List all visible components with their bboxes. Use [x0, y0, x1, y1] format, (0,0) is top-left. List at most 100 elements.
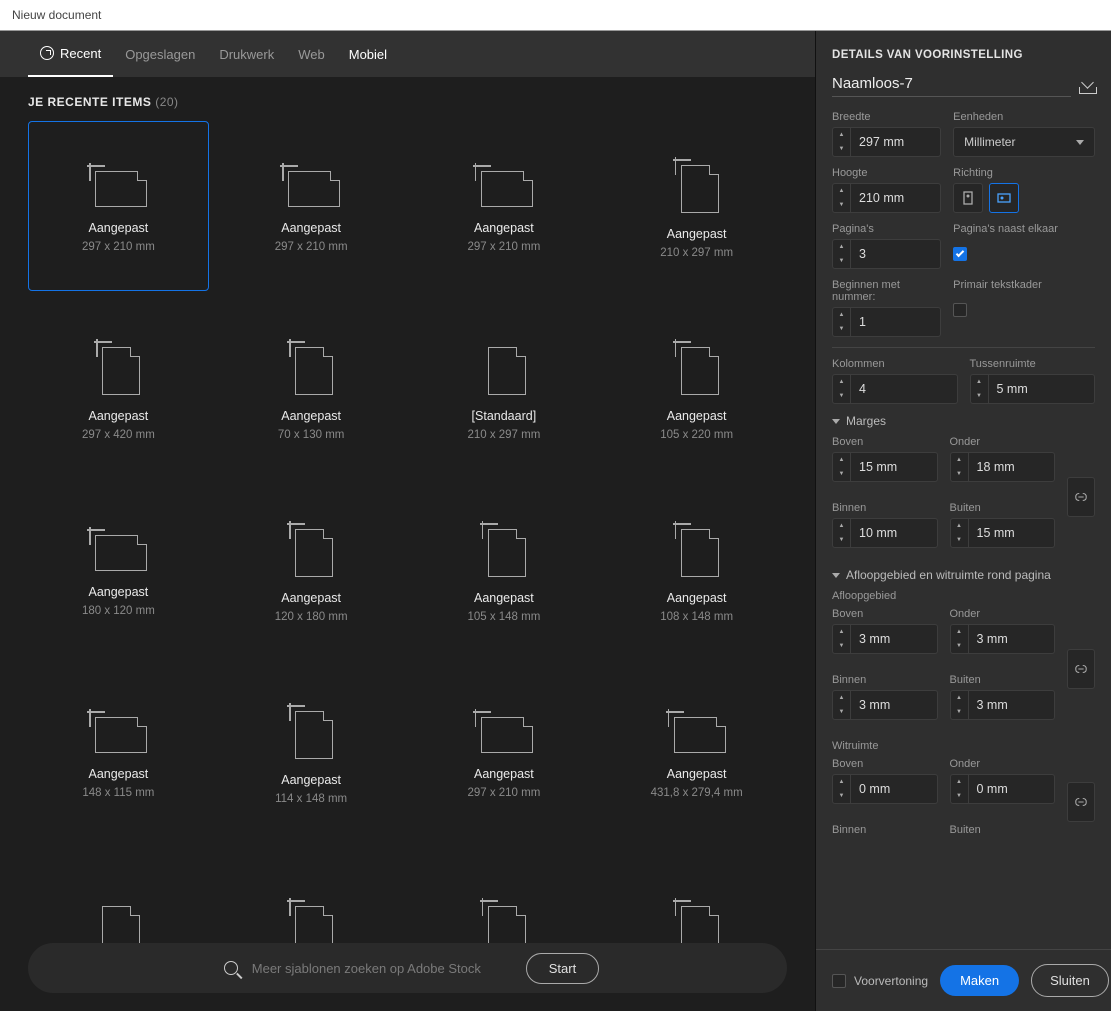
- facing-pages-label: Pagina's naast elkaar: [953, 223, 1095, 235]
- recent-items-header: JE RECENTE ITEMS (20): [0, 77, 815, 121]
- preset-dimensions: 210 x 297 mm: [660, 247, 733, 259]
- preset-dimensions: 431,8 x 279,4 mm: [651, 787, 743, 799]
- gutter-input[interactable]: ▲▼: [970, 374, 1096, 404]
- facing-pages-checkbox[interactable]: [953, 247, 967, 261]
- preset-title: Aangepast: [88, 767, 148, 781]
- preset-item[interactable]: Aangepast70 x 130 mm: [221, 303, 402, 473]
- preset-dimensions: 210 x 297 mm: [467, 429, 540, 441]
- preset-item[interactable]: Aangepast 297 x 210 mm: [28, 121, 209, 291]
- margin-inside-input[interactable]: ▲▼: [832, 518, 938, 548]
- margins-link-icon[interactable]: [1067, 477, 1095, 517]
- bleed-inside-input[interactable]: ▲▼: [832, 690, 938, 720]
- preset-title: Aangepast: [281, 221, 341, 235]
- bleed-section-toggle[interactable]: Afloopgebied en witruimte rond pagina: [832, 568, 1095, 582]
- preset-item[interactable]: Aangepast210 x 297 mm: [606, 121, 787, 291]
- save-preset-icon[interactable]: [1079, 78, 1095, 94]
- tab-recent[interactable]: Recent: [28, 31, 113, 77]
- slug-top-input[interactable]: ▲▼: [832, 774, 938, 804]
- slug-bottom-input[interactable]: ▲▼: [950, 774, 1056, 804]
- orientation-landscape-button[interactable]: [989, 183, 1019, 213]
- preset-item[interactable]: Aangepast105 x 148 mm: [414, 485, 595, 655]
- preview-checkbox[interactable]: [832, 974, 846, 988]
- width-label: Breedte: [832, 111, 941, 123]
- document-icon: [89, 529, 147, 571]
- orientation-portrait-button[interactable]: [953, 183, 983, 213]
- height-input[interactable]: ▲▼: [832, 183, 941, 213]
- preset-item[interactable]: Aangepast 148 x 115 mm: [28, 667, 209, 837]
- bleed-bottom-input[interactable]: ▲▼: [950, 624, 1056, 654]
- tab-label: Opgeslagen: [125, 47, 195, 62]
- preview-checkbox-row[interactable]: Voorvertoning: [832, 974, 928, 988]
- units-select[interactable]: Millimeter: [953, 127, 1095, 157]
- margin-bottom-input[interactable]: ▲▼: [950, 452, 1056, 482]
- search-start-button[interactable]: Start: [526, 953, 599, 984]
- preset-dimensions: 105 x 220 mm: [660, 429, 733, 441]
- preset-item[interactable]: [Standaard]210 x 297 mm: [414, 303, 595, 473]
- margin-top-input[interactable]: ▲▼: [832, 452, 938, 482]
- preset-item[interactable]: Aangepast114 x 148 mm: [221, 667, 402, 837]
- document-icon: [96, 341, 140, 395]
- width-input[interactable]: ▲▼: [832, 127, 941, 157]
- document-icon: [282, 165, 340, 207]
- preset-dimensions: 120 x 180 mm: [275, 611, 348, 623]
- pages-input[interactable]: ▲▼: [832, 239, 941, 269]
- search-input[interactable]: [252, 961, 512, 976]
- category-tabs: Recent Opgeslagen Drukwerk WebMobiel: [0, 31, 815, 77]
- primary-text-frame-checkbox[interactable]: [953, 303, 967, 317]
- tab-label: Recent: [60, 46, 101, 61]
- preset-item[interactable]: Aangepast 431,8 x 279,4 mm: [606, 667, 787, 837]
- bleed-link-icon[interactable]: [1067, 649, 1095, 689]
- document-icon: [475, 165, 533, 207]
- tab-drukwerk[interactable]: Drukwerk: [207, 31, 286, 77]
- preset-item[interactable]: Aangepast180 x 120 mm: [28, 485, 209, 655]
- bleed-top-input[interactable]: ▲▼: [832, 624, 938, 654]
- preset-title: Aangepast: [88, 585, 148, 599]
- preset-item[interactable]: Aangepast297 x 210 mm: [414, 667, 595, 837]
- preset-title: Aangepast: [667, 767, 727, 781]
- document-icon: [289, 705, 333, 759]
- preset-dimensions: 297 x 210 mm: [467, 241, 540, 253]
- preset-item[interactable]: Aangepast 105 x 220 mm: [606, 303, 787, 473]
- close-button[interactable]: Sluiten: [1031, 964, 1109, 997]
- tab-opgeslagen[interactable]: Opgeslagen: [113, 31, 207, 77]
- tab-label: Drukwerk: [219, 47, 274, 62]
- orientation-label: Richting: [953, 167, 1095, 179]
- document-icon: [475, 711, 533, 753]
- columns-label: Kolommen: [832, 358, 958, 370]
- preset-dimensions: 148 x 115 mm: [82, 787, 154, 799]
- search-icon: [224, 961, 238, 975]
- margin-outside-input[interactable]: ▲▼: [950, 518, 1056, 548]
- document-icon: [482, 341, 526, 395]
- gutter-label: Tussenruimte: [970, 358, 1096, 370]
- preset-dimensions: 297 x 210 mm: [82, 241, 155, 253]
- bleed-outside-input[interactable]: ▲▼: [950, 690, 1056, 720]
- start-number-label: Beginnen met nummer:: [832, 279, 941, 303]
- tab-mobiel[interactable]: Mobiel: [337, 31, 399, 77]
- preset-item[interactable]: Aangepast120 x 180 mm: [221, 485, 402, 655]
- document-name-input[interactable]: Naamloos-7: [832, 75, 1071, 97]
- preset-title: Aangepast: [667, 591, 727, 605]
- create-button[interactable]: Maken: [940, 965, 1019, 996]
- clock-icon: [40, 46, 54, 60]
- margins-section-toggle[interactable]: Marges: [832, 414, 1095, 428]
- tab-web[interactable]: Web: [286, 31, 337, 77]
- preset-item[interactable]: Aangepast297 x 420 mm: [28, 303, 209, 473]
- preset-item[interactable]: Aangepast297 x 210 mm: [414, 121, 595, 291]
- slug-link-icon[interactable]: [1067, 782, 1095, 822]
- stock-search-bar: Start: [28, 943, 787, 993]
- columns-input[interactable]: ▲▼: [832, 374, 958, 404]
- preset-item[interactable]: Aangepast297 x 210 mm: [221, 121, 402, 291]
- preset-title: Aangepast: [281, 409, 341, 423]
- units-label: Eenheden: [953, 111, 1095, 123]
- preset-item[interactable]: Aangepast108 x 148 mm: [606, 485, 787, 655]
- preset-title: Aangepast: [667, 409, 727, 423]
- preset-dimensions: 105 x 148 mm: [467, 611, 540, 623]
- chevron-down-icon: [1076, 140, 1084, 145]
- start-number-input[interactable]: ▲▼: [832, 307, 941, 337]
- document-icon: [289, 341, 333, 395]
- preset-title: Aangepast: [281, 773, 341, 787]
- document-icon: [89, 711, 147, 753]
- preset-title: Aangepast: [88, 221, 148, 235]
- preset-dimensions: 297 x 420 mm: [82, 429, 155, 441]
- preset-dimensions: 297 x 210 mm: [467, 787, 540, 799]
